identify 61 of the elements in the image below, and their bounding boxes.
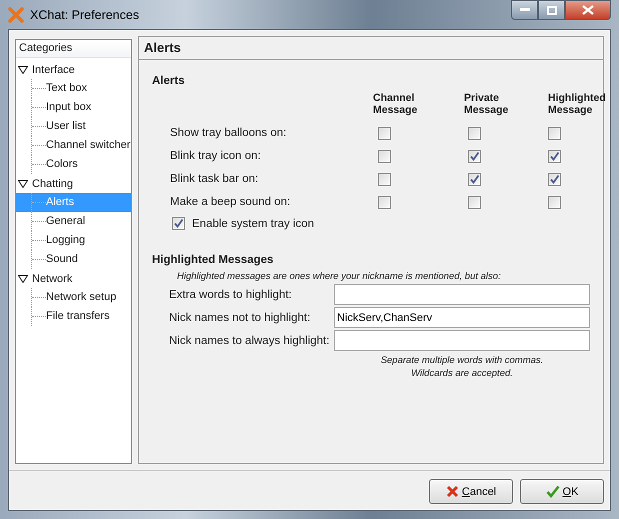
column-header: Private Message [463,92,508,116]
expander-icon[interactable] [18,274,28,282]
text-field[interactable]: NickServ,ChanServ [334,307,590,328]
tree-item[interactable]: Channel switcher [45,136,131,155]
row-label: Make a beep sound on: [170,195,292,210]
row-label: Show tray balloons on: [170,126,288,141]
tree-item[interactable]: General [45,212,131,231]
checkbox[interactable] [548,126,561,140]
tree-item[interactable]: Interface [32,64,75,76]
expander-icon[interactable] [18,66,28,74]
checkbox[interactable] [378,172,391,186]
tree-item[interactable]: File transfers [45,307,131,326]
window-title: XChat: Preferences [30,8,140,22]
checkbox[interactable] [548,172,561,186]
text-field[interactable] [334,284,590,305]
text-field[interactable] [334,330,590,351]
checkbox[interactable] [548,150,561,162]
tree-item[interactable]: Chatting [32,178,73,190]
maximize-button[interactable] [538,0,565,20]
row-label: Blink task bar on: [170,172,260,187]
column-header: Highlighted Message [547,92,606,116]
checkbox[interactable] [468,172,481,186]
cancel-button[interactable]: Cancel [429,479,513,504]
checkbox[interactable] [468,150,481,162]
column-header: Channel Message [372,92,418,116]
checkbox[interactable] [378,126,391,140]
hint-text: Highlighted messages are ones where your nickname is mentioned, but also: [176,271,502,282]
tree-item[interactable]: Logging [45,231,131,250]
checkbox[interactable] [172,217,185,230]
checkbox[interactable] [468,196,481,208]
minimize-button[interactable] [511,0,538,20]
tree-item[interactable]: Sound [45,250,131,269]
checkbox-label[interactable]: Enable system tray icon [192,218,314,230]
tree-item[interactable]: Colors [45,155,131,174]
checkbox[interactable] [378,196,391,208]
checkbox[interactable] [468,126,481,140]
field-label: Nick names to always highlight: [169,334,330,346]
tree-item[interactable]: Text box [45,79,131,98]
expander-icon[interactable] [18,180,28,188]
tree-item[interactable]: User list [45,117,131,136]
ok-button[interactable]: OK [520,479,604,504]
close-button[interactable] [565,0,611,20]
tree-item[interactable]: Network setup [45,288,131,307]
maximize-icon [546,6,556,14]
hint-text: Separate multiple words with commas. [380,354,544,367]
tree-item[interactable]: Input box [45,98,131,117]
tree-header: Categories [16,40,131,58]
field-label: Extra words to highlight: [169,288,293,300]
section-heading: Alerts [152,75,186,87]
field-label: Nick names not to highlight: [169,312,312,324]
checkmark-icon [546,485,560,498]
minimize-icon [520,8,530,12]
app-icon [8,6,24,22]
checkbox[interactable] [548,196,561,208]
checkbox[interactable] [378,150,391,162]
close-icon [582,5,594,15]
cross-icon [446,485,459,498]
tree-item[interactable]: Network [32,272,72,284]
hint-text: Wildcards are accepted. [411,367,513,380]
row-label: Blink tray icon on: [170,149,262,164]
section-heading: Highlighted Messages [152,254,274,266]
